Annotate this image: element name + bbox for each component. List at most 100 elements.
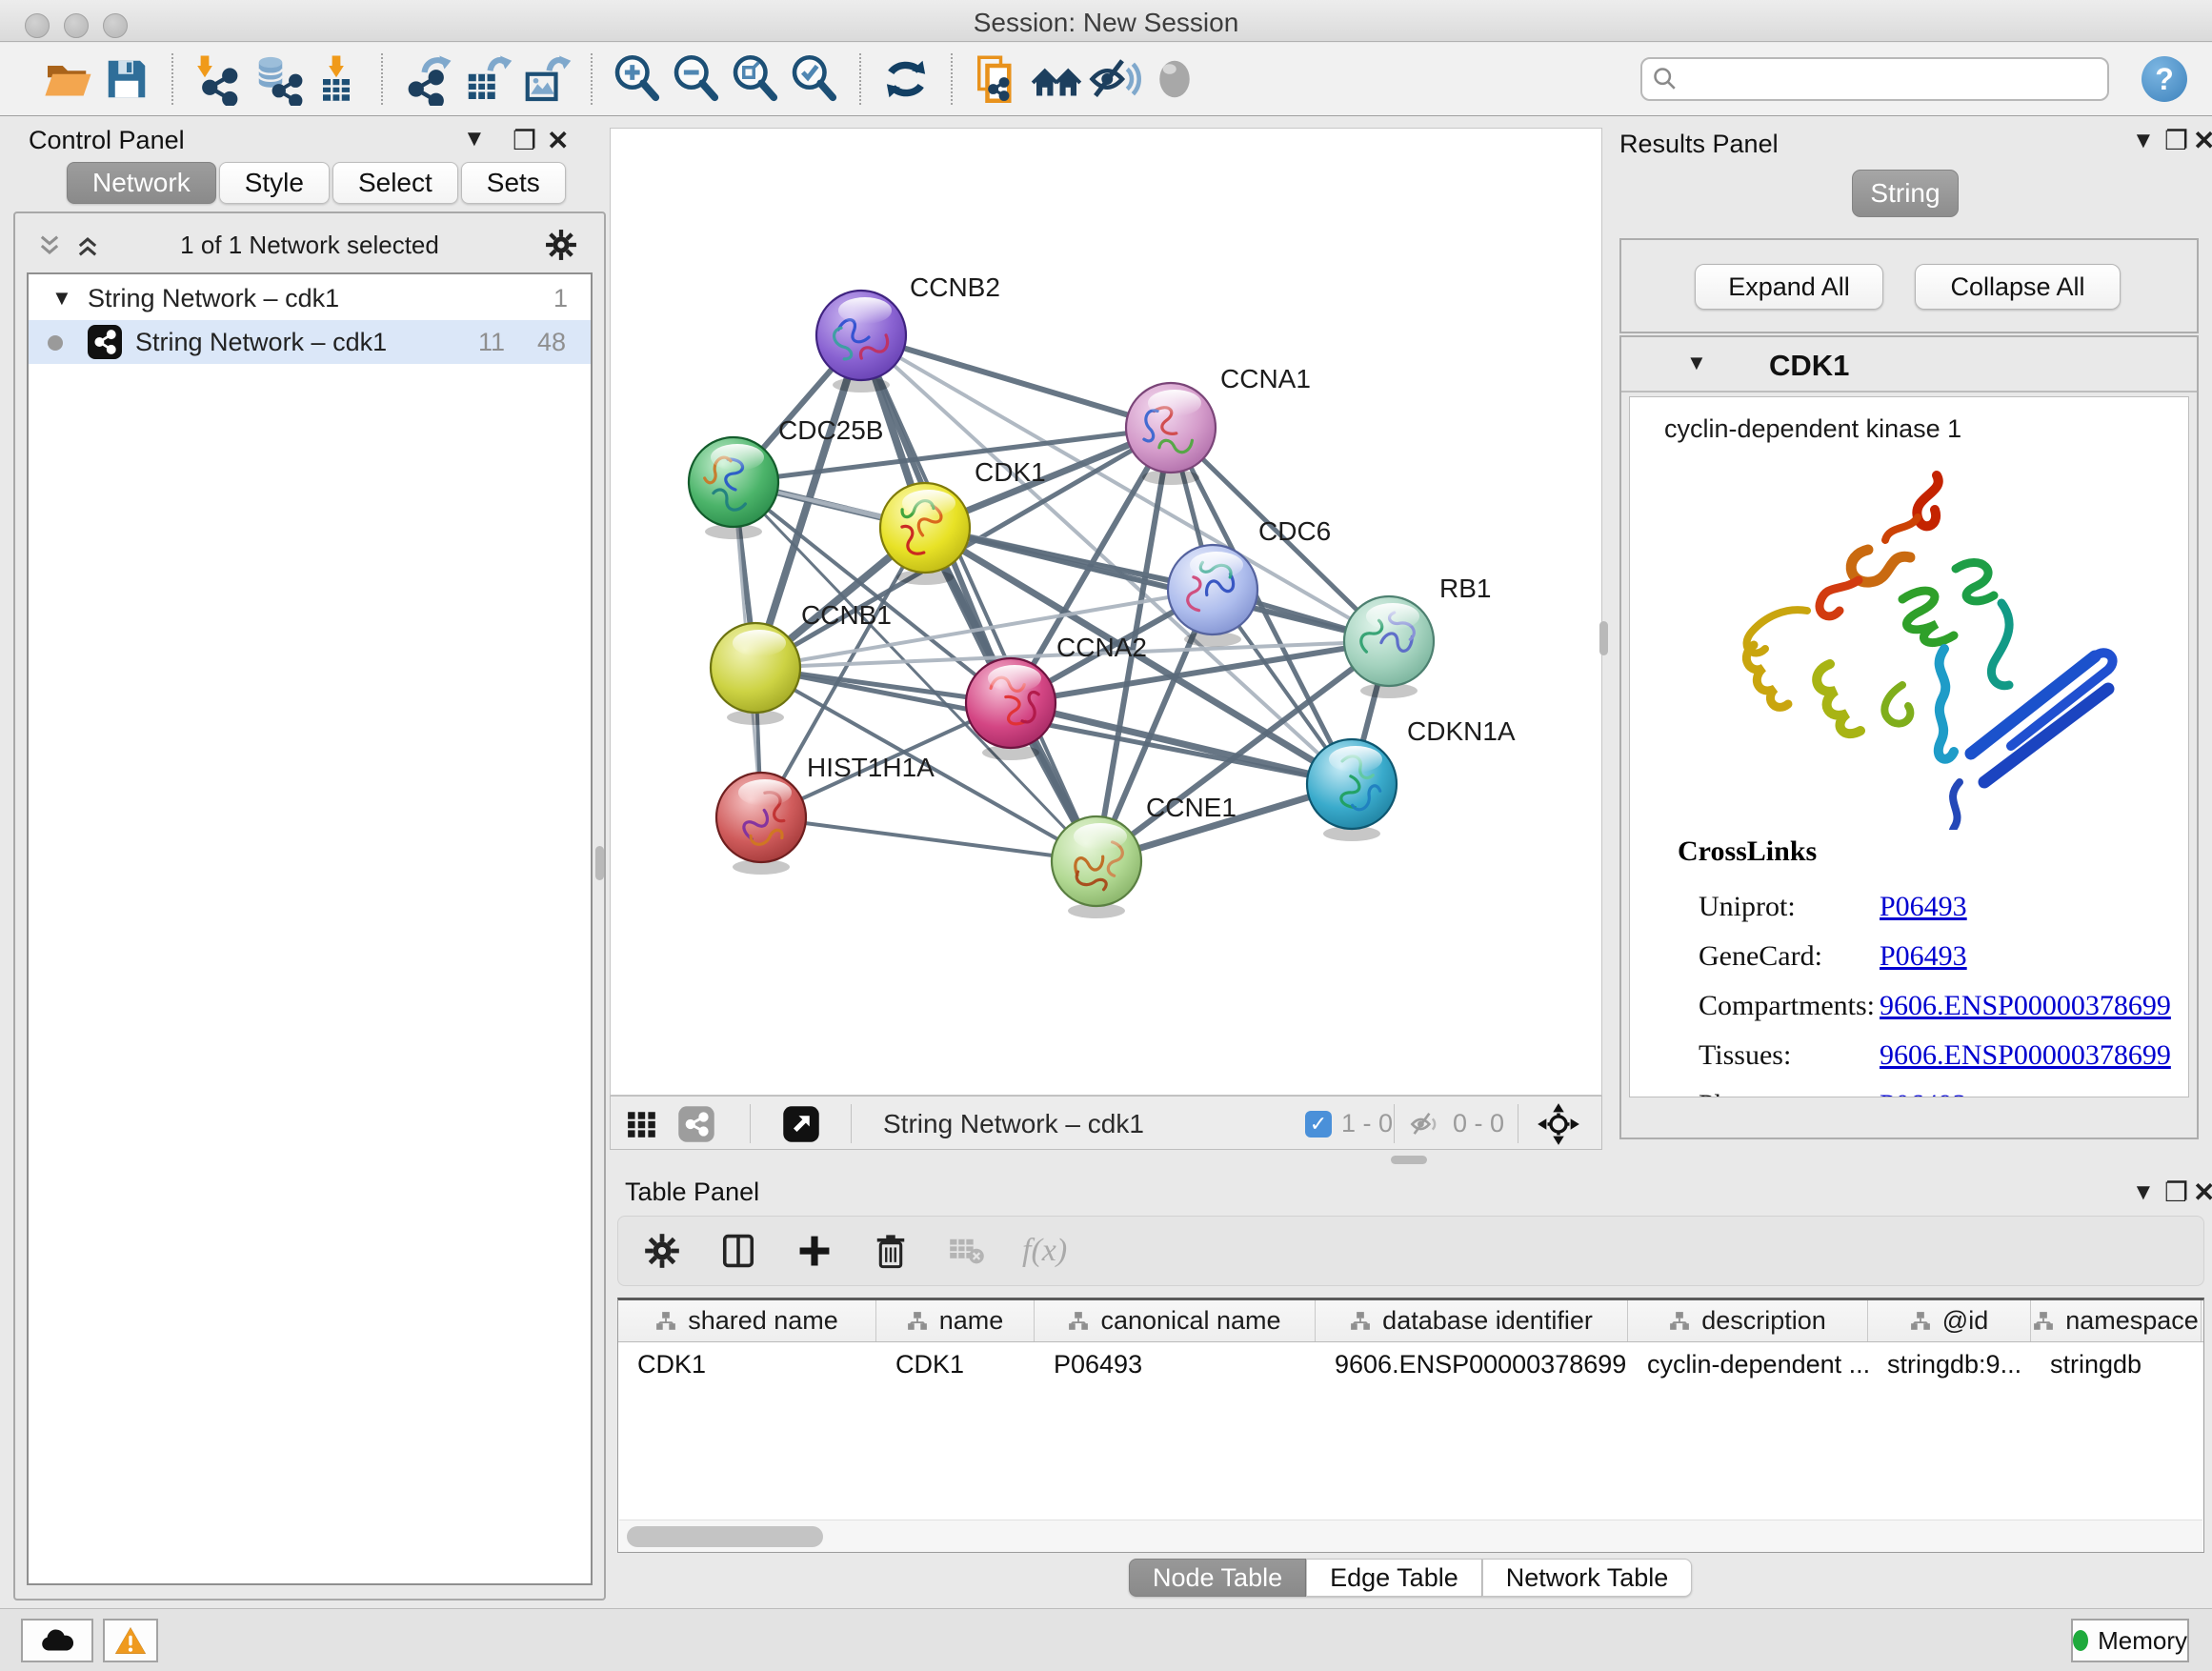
main-toolbar: ? xyxy=(0,43,2212,116)
show-all-button[interactable] xyxy=(1145,50,1204,109)
node-CCNB2[interactable]: CCNB2 xyxy=(816,272,1000,393)
zoom-fit-button[interactable] xyxy=(726,50,785,109)
show-columns-button[interactable] xyxy=(717,1230,759,1272)
save-session-button[interactable] xyxy=(97,50,156,109)
node-RB1[interactable]: RB1 xyxy=(1344,574,1491,698)
open-session-button[interactable] xyxy=(38,50,97,109)
zoom-in-button[interactable] xyxy=(608,50,667,109)
add-column-button[interactable] xyxy=(794,1230,835,1272)
zoom-out-button[interactable] xyxy=(667,50,726,109)
crosslink-link[interactable]: P06493 xyxy=(1880,1089,1967,1097)
tab-string[interactable]: String xyxy=(1852,170,1959,217)
string-network-graph[interactable]: CCNB2CCNA1CDC25BCDK1CDC6RB1CCNB1CCNA2CDK… xyxy=(611,129,1601,1095)
network-canvas[interactable]: CCNB2CCNA1CDC25BCDK1CDC6RB1CCNB1CCNA2CDK… xyxy=(610,128,1602,1096)
tab-node-table[interactable]: Node Table xyxy=(1129,1559,1306,1597)
clone-network-button[interactable] xyxy=(968,50,1027,109)
node-table: shared namenamecanonical namedatabase id… xyxy=(617,1298,2204,1553)
expand-all-button[interactable]: Expand All xyxy=(1695,264,1883,310)
cloud-button[interactable] xyxy=(21,1619,93,1662)
column-header-database-identifier[interactable]: database identifier xyxy=(1316,1300,1628,1341)
tab-sets[interactable]: Sets xyxy=(461,162,566,204)
search-input[interactable] xyxy=(1640,57,2109,101)
tab-network-table[interactable]: Network Table xyxy=(1482,1559,1693,1597)
tab-style[interactable]: Style xyxy=(219,162,330,204)
two-houses-icon xyxy=(1030,52,1083,106)
export-table-button[interactable] xyxy=(457,50,516,109)
node-CCNE1[interactable]: CCNE1 xyxy=(1052,793,1237,918)
import-network-from-database-button[interactable] xyxy=(248,50,307,109)
selected-indicator[interactable]: ✓ 1 - 0 xyxy=(1305,1097,1393,1151)
hidden-eye-slash-icon xyxy=(1409,1107,1443,1141)
tab-edge-table[interactable]: Edge Table xyxy=(1306,1559,1482,1597)
network-row-selected[interactable]: String Network – cdk1 11 48 xyxy=(29,320,591,364)
table-panel-close-icon[interactable]: ✕ xyxy=(2193,1179,2212,1206)
control-panel-close-icon[interactable]: ✕ xyxy=(547,128,569,154)
share-view-button[interactable] xyxy=(677,1097,715,1151)
node-CDC6[interactable]: CDC6 xyxy=(1168,516,1331,647)
center-view-button[interactable] xyxy=(1537,1097,1580,1151)
import-network-from-file-button[interactable] xyxy=(189,50,248,109)
column-header--id[interactable]: @id xyxy=(1868,1300,2031,1341)
grid-view-button[interactable] xyxy=(626,1097,658,1151)
section-collapse-caret-icon[interactable]: ▼ xyxy=(1686,351,1707,375)
crosslink-link[interactable]: 9606.ENSP00000378699 xyxy=(1880,1039,2171,1072)
table-row[interactable]: CDK1CDK1P064939606.ENSP00000378699cyclin… xyxy=(618,1342,2203,1386)
control-panel: Control Panel ▼ ❐ ✕ NetworkStyleSelectSe… xyxy=(10,120,610,1606)
gear-icon xyxy=(644,1233,680,1269)
table-horizontal-scrollbar[interactable] xyxy=(619,1520,2202,1552)
control-panel-menu-icon[interactable]: ▼ xyxy=(463,128,486,151)
table-panel-menu-icon[interactable]: ▼ xyxy=(2132,1181,2155,1204)
crosslink-link[interactable]: P06493 xyxy=(1880,940,1967,973)
help-button[interactable]: ? xyxy=(2142,56,2187,102)
window-title: Session: New Session xyxy=(0,8,2212,38)
tab-select[interactable]: Select xyxy=(332,162,458,204)
network-type-icon xyxy=(88,325,122,359)
column-header-shared-name[interactable]: shared name xyxy=(618,1300,876,1341)
table-options-button[interactable] xyxy=(641,1230,683,1272)
column-header-name[interactable]: name xyxy=(876,1300,1035,1341)
results-panel-close-icon[interactable]: ✕ xyxy=(2193,128,2212,154)
hidden-indicator[interactable]: 0 - 0 xyxy=(1409,1097,1504,1151)
two-houses-button[interactable] xyxy=(1027,50,1086,109)
export-image-button[interactable] xyxy=(516,50,575,109)
column-header-namespace[interactable]: namespace xyxy=(2031,1300,2202,1341)
horizontal-splitter-handle[interactable] xyxy=(1391,1156,1427,1164)
node-HIST1H1A[interactable]: HIST1H1A xyxy=(716,753,935,875)
tree-collapse-caret-icon[interactable]: ▼ xyxy=(51,286,72,311)
documents-share-icon xyxy=(971,52,1024,106)
export-network-button[interactable] xyxy=(398,50,457,109)
cdk1-section-header[interactable]: ▼ CDK1 xyxy=(1621,337,2197,393)
import-table-from-file-button[interactable] xyxy=(307,50,366,109)
crosslink-link[interactable]: 9606.ENSP00000378699 xyxy=(1880,990,2171,1022)
results-panel-float-icon[interactable]: ❐ xyxy=(2164,128,2188,154)
network-view-panel: CCNB2CCNA1CDC25BCDK1CDC6RB1CCNB1CCNA2CDK… xyxy=(610,116,1602,1150)
network-options-gear-icon[interactable] xyxy=(545,229,577,261)
column-header-description[interactable]: description xyxy=(1628,1300,1868,1341)
refresh-button[interactable] xyxy=(876,50,935,109)
node-CCNA1[interactable]: CCNA1 xyxy=(1126,364,1311,485)
warning-button[interactable] xyxy=(103,1619,158,1662)
hide-selected-button[interactable] xyxy=(1086,50,1145,109)
results-panel: Results Panel ▼ ❐ ✕ String Expand All Co… xyxy=(1608,116,2212,1150)
delete-column-button[interactable] xyxy=(870,1230,912,1272)
node-CDKN1A[interactable]: CDKN1A xyxy=(1307,716,1516,841)
network-collection-row[interactable]: ▼ String Network – cdk1 1 xyxy=(29,276,591,320)
edge-HIST1H1A-CCNE1[interactable] xyxy=(761,817,1096,861)
zoom-selected-button[interactable] xyxy=(785,50,844,109)
birds-eye-view-button[interactable] xyxy=(782,1097,820,1151)
vertical-splitter-handle[interactable] xyxy=(1599,621,1608,655)
collapse-all-button[interactable]: Collapse All xyxy=(1915,264,2121,310)
control-panel-float-icon[interactable]: ❐ xyxy=(513,128,536,154)
table-panel-float-icon[interactable]: ❐ xyxy=(2164,1179,2188,1206)
memory-button[interactable]: Memory xyxy=(2071,1619,2189,1662)
edge-CCNB2-CCNE1[interactable] xyxy=(861,335,1096,861)
scrollbar-thumb[interactable] xyxy=(627,1526,823,1547)
column-header-canonical-name[interactable]: canonical name xyxy=(1035,1300,1316,1341)
tab-network[interactable]: Network xyxy=(67,162,216,204)
edge-CCNB2-CCNA1[interactable] xyxy=(861,335,1171,428)
vertical-splitter-handle[interactable] xyxy=(595,846,604,880)
selected-checkbox-icon: ✓ xyxy=(1305,1111,1332,1137)
crosslink-link[interactable]: P06493 xyxy=(1880,891,1967,923)
results-panel-menu-icon[interactable]: ▼ xyxy=(2132,130,2155,152)
search-field-wrap xyxy=(1640,57,2109,101)
